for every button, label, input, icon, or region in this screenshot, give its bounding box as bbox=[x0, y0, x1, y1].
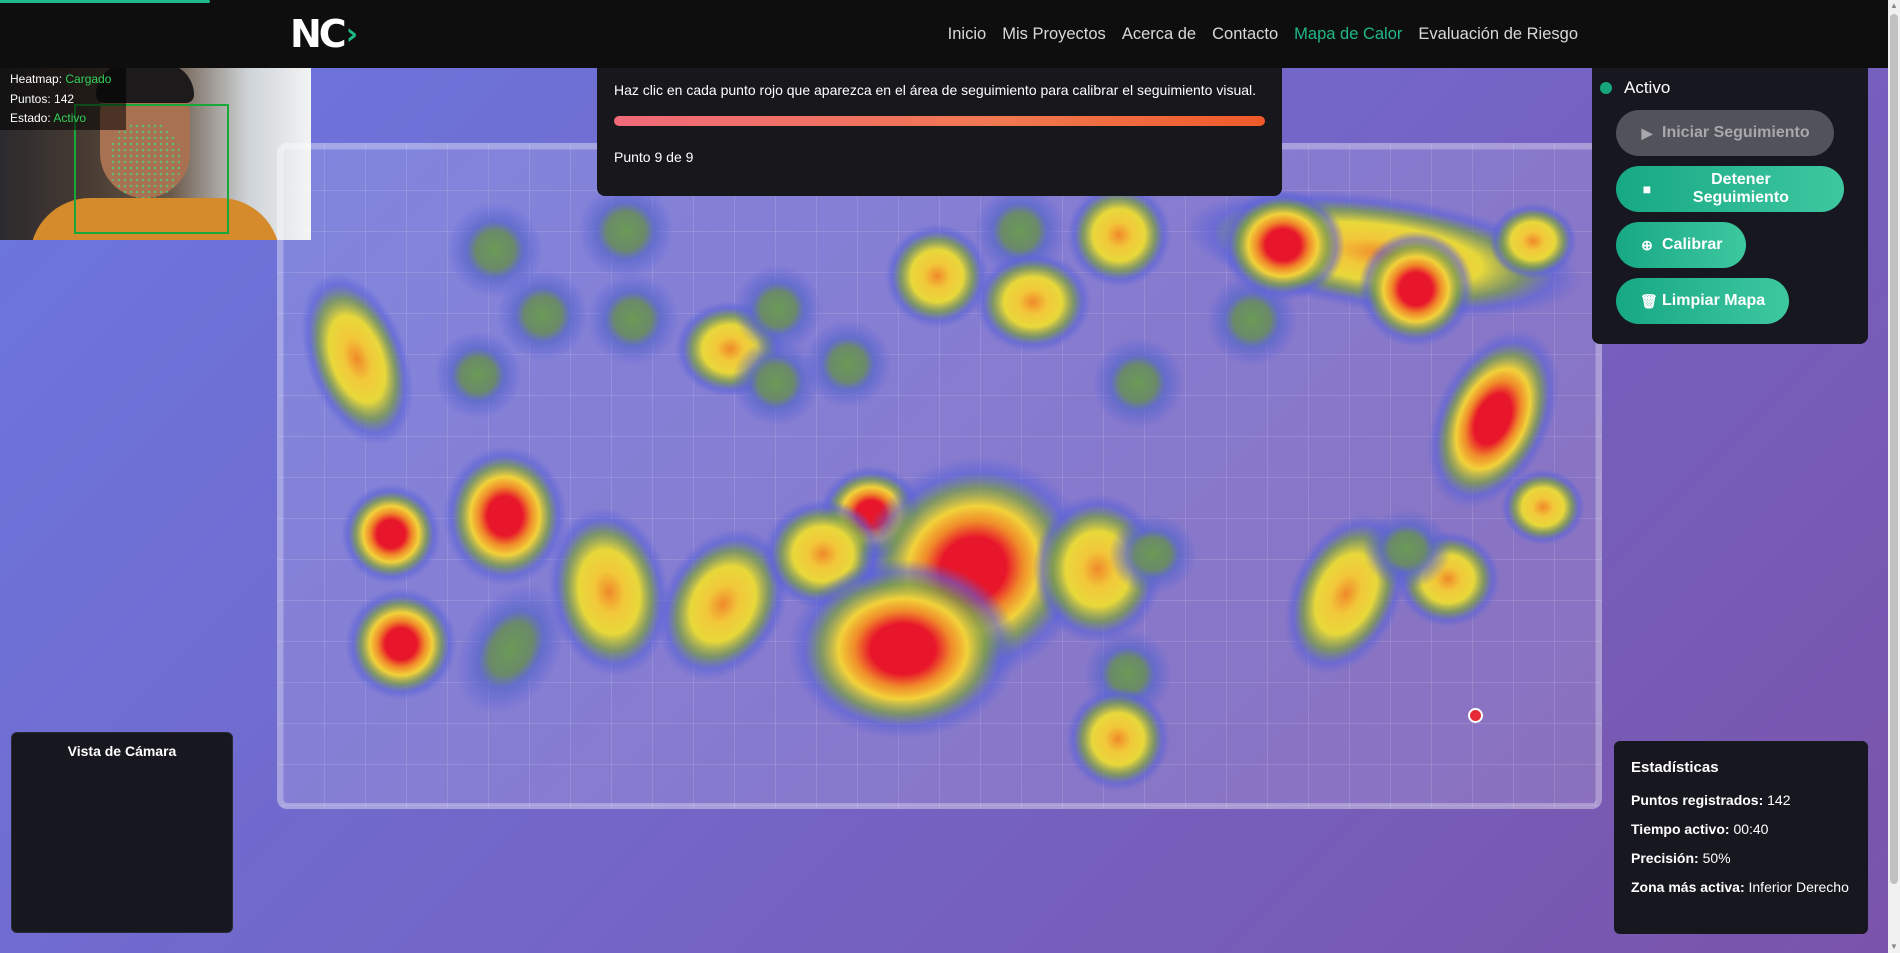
state-value: Activo bbox=[53, 111, 87, 125]
calibration-point-counter: Punto 9 de 9 bbox=[614, 149, 694, 165]
calibrate-label: Calibrar bbox=[1662, 236, 1723, 253]
stop-tracking-label: Detener Seguimiento bbox=[1692, 171, 1789, 206]
clear-map-button[interactable]: 🗑 Limpiar Mapa bbox=[1616, 278, 1790, 324]
stop-tracking-button[interactable]: ■ Detener Seguimiento bbox=[1616, 166, 1844, 212]
calibrate-button[interactable]: ⊕ Calibrar bbox=[1616, 222, 1747, 268]
nav-link-inicio[interactable]: Inicio bbox=[948, 25, 987, 44]
calibration-progress-bar bbox=[614, 116, 1265, 126]
top-navbar: NC › Inicio Mis Proyectos Acerca de Conta… bbox=[0, 0, 1888, 68]
stats-precision-row: Precisión: 50% bbox=[1631, 850, 1851, 866]
start-tracking-button[interactable]: ▶ Iniciar Seguimiento bbox=[1616, 110, 1834, 156]
calibration-instructions: Haz clic en cada punto rojo que aparezca… bbox=[597, 68, 1282, 196]
stats-zone-value: Inferior Derecho bbox=[1748, 879, 1849, 895]
tracking-status: Activo bbox=[1600, 76, 1844, 100]
status-dot-icon bbox=[1600, 82, 1612, 94]
heatmap-blobs bbox=[300, 183, 1585, 791]
stats-points-value: 142 bbox=[1767, 792, 1791, 808]
control-panel: Activo ▶ Iniciar Seguimiento ■ Detener S… bbox=[1592, 68, 1868, 344]
points-label: Puntos: bbox=[10, 91, 51, 106]
stats-title: Estadísticas bbox=[1631, 759, 1719, 776]
trash-icon: 🗑 bbox=[1640, 292, 1658, 309]
tracking-status-overlay: Heatmap: Cargado Puntos: 142 Estado: Act… bbox=[0, 68, 126, 130]
heatmap-label: Heatmap: bbox=[10, 72, 63, 86]
site-logo[interactable]: NC › bbox=[290, 12, 359, 56]
stats-zone-label: Zona más activa: bbox=[1631, 879, 1745, 895]
scrollbar-thumb[interactable] bbox=[1890, 14, 1898, 884]
logo-chevron-icon: › bbox=[345, 16, 359, 52]
nav-link-evaluacion-de-riesgo[interactable]: Evaluación de Riesgo bbox=[1418, 25, 1578, 44]
heatmap-value: Cargado bbox=[65, 72, 112, 86]
logo-text: NC bbox=[290, 12, 347, 56]
state-label: Estado: bbox=[10, 111, 51, 125]
instructions-text: Haz clic en cada punto rojo que aparezca… bbox=[614, 82, 1257, 98]
stats-time-row: Tiempo activo: 00:40 bbox=[1631, 821, 1851, 837]
stats-precision-value: 50% bbox=[1702, 850, 1731, 866]
clear-map-label: Limpiar Mapa bbox=[1662, 292, 1766, 309]
camera-view-title: Vista de Cámara bbox=[67, 743, 177, 759]
play-icon: ▶ bbox=[1641, 124, 1653, 141]
crosshair-icon: ⊕ bbox=[1641, 236, 1653, 253]
scroll-down-icon[interactable]: ▼ bbox=[1890, 943, 1898, 951]
nav-link-contacto[interactable]: Contacto bbox=[1212, 25, 1278, 44]
statistics-panel: Estadísticas Puntos registrados: 142 Tie… bbox=[1614, 741, 1868, 934]
page-progress-bar bbox=[0, 0, 210, 3]
nav-links: Inicio Mis Proyectos Acerca de Contacto … bbox=[948, 0, 1578, 68]
points-value: 142 bbox=[54, 91, 75, 106]
status-label: Activo bbox=[1624, 78, 1671, 97]
scroll-up-icon[interactable]: ▲ bbox=[1890, 2, 1898, 10]
stats-points-label: Puntos registrados: bbox=[1631, 792, 1764, 808]
stop-icon: ■ bbox=[1642, 181, 1652, 197]
stats-time-label: Tiempo activo: bbox=[1631, 821, 1730, 837]
camera-view-panel: Vista de Cámara bbox=[11, 732, 233, 933]
heatmap-canvas bbox=[300, 183, 1585, 791]
stats-precision-label: Precisión: bbox=[1631, 850, 1699, 866]
stats-points-row: Puntos registrados: 142 bbox=[1631, 792, 1851, 808]
calibration-point[interactable] bbox=[1468, 708, 1483, 723]
stats-zone-row: Zona más activa: Inferior Derecho bbox=[1631, 879, 1851, 895]
start-tracking-label: Iniciar Seguimiento bbox=[1662, 124, 1810, 141]
stats-time-value: 00:40 bbox=[1733, 821, 1769, 837]
nav-link-mis-proyectos[interactable]: Mis Proyectos bbox=[1002, 25, 1106, 44]
tracking-area[interactable] bbox=[277, 143, 1602, 809]
nav-link-acerca-de[interactable]: Acerca de bbox=[1122, 25, 1196, 44]
page-scrollbar[interactable]: ▲ ▼ bbox=[1888, 0, 1900, 953]
nav-link-mapa-de-calor[interactable]: Mapa de Calor bbox=[1294, 25, 1402, 44]
